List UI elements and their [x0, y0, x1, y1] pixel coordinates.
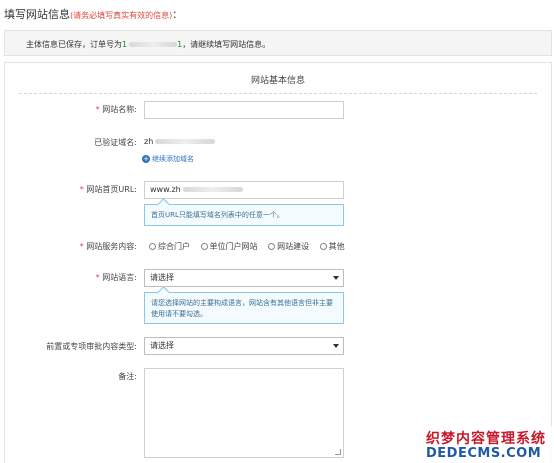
homepage-url-label: * 网站首页URL: [80, 184, 137, 195]
homepage-url-tip: 首页URL只能填写域名列表中的任意一个。 [144, 204, 344, 226]
add-domain-link[interactable]: + 继续添加域名 [142, 154, 194, 164]
language-select[interactable]: 请选择 [144, 269, 344, 287]
verified-domain-redacted [155, 139, 216, 144]
radio-circle-icon [319, 243, 327, 250]
radio-other[interactable]: 其他 [319, 241, 345, 252]
site-name-label-text: 网站名称: [102, 105, 137, 114]
service-content-options: 综合门户 单位门户网站 网站建设 其他 [149, 241, 353, 252]
resize-handle-icon[interactable] [335, 449, 341, 455]
page-title-colon: ： [172, 10, 183, 21]
page-title-hint: (请务必填写真实有效的信息) [70, 11, 173, 20]
remarks-label: 备注: [118, 372, 137, 381]
radio-site-building-label: 网站建设 [277, 242, 310, 251]
radio-unit-portal-label: 单位门户网站 [209, 242, 258, 251]
service-content-label-text: 网站服务内容: [86, 242, 137, 251]
verified-domain-text: zh [144, 137, 154, 146]
radio-site-building[interactable]: 网站建设 [268, 241, 309, 252]
section-title: 网站基本信息 [250, 76, 305, 86]
add-domain-link-text: 继续添加域名 [152, 155, 194, 163]
website-info-form: 网站基本信息 * 网站名称: 已验证域名: zh + 继续添加域名 * 网站首页U… [4, 62, 552, 463]
page-title-text: 填写网站信息 [4, 8, 70, 21]
watermark-line2: DEDECMS.COM [426, 446, 542, 461]
page-title: 填写网站信息(请务必填写真实有效的信息)： [4, 6, 182, 22]
order-number-redacted [129, 42, 178, 47]
site-name-input[interactable] [144, 101, 344, 119]
plus-circle-icon: + [142, 155, 150, 163]
watermark-line1: 织梦内容管理系统 [426, 431, 546, 447]
pre-approval-select[interactable]: 请选择 [144, 337, 344, 355]
order-number: 11 [122, 40, 182, 49]
radio-circle-icon [149, 243, 156, 250]
required-mark: * [79, 242, 84, 251]
radio-portal-label: 综合门户 [158, 242, 190, 251]
language-label-text: 网站语言: [102, 273, 137, 282]
site-name-label: * 网站名称: [96, 104, 137, 115]
homepage-url-label-text: 网站首页URL: [86, 185, 137, 194]
notice-bar: 主体信息已保存，订单号为1 1，请继续填写网站信息。 [4, 30, 552, 56]
required-mark: * [79, 185, 84, 194]
section-divider [19, 93, 537, 94]
notice-prefix: 主体信息已保存，订单号为 [26, 40, 122, 49]
pre-approval-select-value: 请选择 [150, 341, 174, 350]
remarks-textarea[interactable] [144, 368, 344, 458]
required-mark: * [95, 273, 100, 282]
notice-text: 主体信息已保存，订单号为1 1，请继续填写网站信息。 [26, 39, 270, 50]
radio-circle-icon [200, 243, 208, 250]
required-mark: * [95, 105, 100, 114]
verified-domain-value: zh [144, 137, 216, 146]
watermark: 织梦内容管理系统 DEDECMS.COM [408, 426, 554, 463]
radio-other-label: 其他 [328, 242, 345, 251]
homepage-url-value: www.zh [150, 185, 181, 194]
caret-down-icon [333, 344, 339, 348]
radio-portal[interactable]: 综合门户 [149, 241, 190, 252]
pre-approval-label: 前置或专项审批内容类型: [46, 342, 137, 351]
service-content-label: * 网站服务内容: [80, 241, 137, 252]
language-label: * 网站语言: [96, 272, 137, 283]
notice-suffix: ，请继续填写网站信息。 [182, 40, 271, 49]
homepage-url-redacted [182, 187, 243, 192]
verified-domain-label: 已验证域名: [94, 138, 137, 147]
language-select-value: 请选择 [150, 273, 174, 282]
order-number-start: 1 [122, 40, 128, 49]
homepage-url-input[interactable]: www.zh [144, 181, 344, 199]
caret-down-icon [333, 276, 339, 280]
radio-unit-portal[interactable]: 单位门户网站 [200, 241, 258, 252]
language-tip: 请您选择网站的主要构成语言，网站含有其他语言但非主要使用请不要勾选。 [144, 292, 344, 324]
radio-circle-icon [268, 243, 276, 250]
